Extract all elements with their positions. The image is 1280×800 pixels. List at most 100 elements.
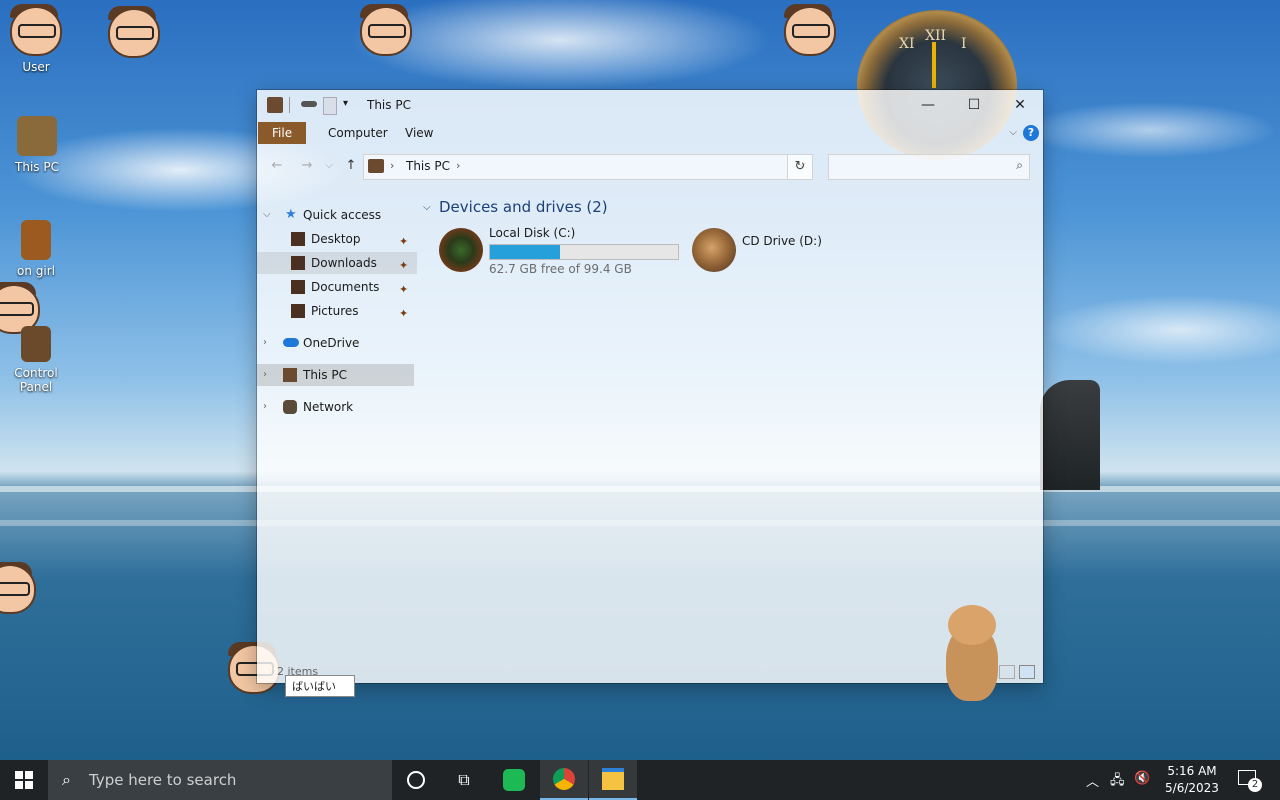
pin-icon[interactable]: ✦: [399, 279, 408, 301]
system-clock[interactable]: 5:16 AM 5/6/2023: [1160, 763, 1224, 797]
desktop-icon-this-pc[interactable]: This PC: [1, 116, 73, 174]
search-icon: ⌕: [1016, 158, 1023, 172]
nav-onedrive[interactable]: › OneDrive: [257, 332, 417, 354]
nav-this-pc[interactable]: › This PC: [257, 364, 414, 386]
refresh-icon[interactable]: ↻: [787, 154, 813, 180]
collapse-chevron-icon[interactable]: ⌵: [423, 202, 431, 213]
customize-toolbar-icon[interactable]: ▾: [343, 98, 348, 109]
pin-icon[interactable]: ✦: [399, 303, 408, 325]
wallpaper-rock: [1040, 380, 1100, 490]
box-icon: [21, 220, 51, 260]
folder-icon: [602, 768, 624, 790]
drive-name: CD Drive (D:): [742, 234, 822, 248]
taskbar-app-chrome[interactable]: [540, 760, 588, 800]
folder-icon: [291, 256, 305, 270]
breadcrumb-separator[interactable]: ›: [456, 159, 460, 172]
task-view-button[interactable]: ⧉: [440, 760, 488, 800]
nav-desktop[interactable]: Desktop ✦: [257, 228, 417, 250]
network-icon: [283, 400, 297, 414]
nav-label: This PC: [303, 368, 347, 382]
tab-view[interactable]: View: [391, 122, 447, 144]
group-header-label: Devices and drives (2): [439, 198, 608, 216]
desktop-icon-label: User: [22, 60, 50, 74]
expand-chevron-icon[interactable]: ›: [263, 396, 267, 418]
maximize-button[interactable]: ☐: [951, 90, 997, 120]
collapse-chevron-icon[interactable]: ⌵: [263, 204, 271, 226]
pin-icon[interactable]: ✦: [399, 255, 408, 277]
desktop-icon-label: on girl: [17, 264, 55, 278]
tab-computer[interactable]: Computer: [314, 122, 402, 144]
expand-chevron-icon[interactable]: ›: [263, 332, 267, 354]
show-hidden-icons-icon[interactable]: ︿: [1086, 771, 1099, 790]
desktop-icon-user[interactable]: User: [0, 60, 72, 74]
toolbar-divider: [289, 97, 290, 113]
new-folder-icon[interactable]: [323, 97, 337, 115]
hard-drive-icon: [439, 228, 483, 272]
desktop-icon-girl[interactable]: on girl: [0, 220, 72, 278]
navigation-bar: ← → ⌵ ↑ › This PC › ⌵ ↻ ⌕: [257, 150, 1043, 182]
network-icon[interactable]: 🖧: [1110, 771, 1125, 793]
breadcrumb-this-pc[interactable]: This PC: [406, 159, 450, 173]
ribbon: File Computer View ⌵ ?: [257, 122, 1043, 144]
close-button[interactable]: ✕: [997, 90, 1043, 120]
cloud-icon: [283, 338, 299, 347]
drive-d[interactable]: CD Drive (D:): [692, 226, 852, 276]
computer-icon: [17, 116, 57, 156]
folder-icon: [291, 304, 305, 318]
taskbar-app-file-explorer[interactable]: [589, 760, 637, 800]
properties-icon[interactable]: [301, 101, 317, 107]
nav-network[interactable]: › Network: [257, 396, 417, 418]
nav-label: Quick access: [303, 208, 382, 222]
minimize-button[interactable]: —: [905, 90, 951, 120]
pin-icon[interactable]: ✦: [399, 231, 408, 253]
drive-usage-bar: [489, 244, 679, 260]
desktop-icon-label: Control Panel: [14, 366, 58, 394]
clock-time: 5:16 AM: [1167, 764, 1217, 778]
breadcrumb-separator[interactable]: ›: [390, 159, 394, 172]
action-center-button[interactable]: 2: [1236, 768, 1262, 792]
drive-free-space: 62.7 GB free of 99.4 GB: [489, 262, 632, 276]
taskbar: ⌕ Type here to search ⧉ ︿ 🖧 🔇 5:16 AM 5/…: [0, 760, 1280, 800]
cortana-button[interactable]: [392, 760, 440, 800]
up-arrow-icon[interactable]: ↑: [341, 156, 361, 176]
drive-usage-fill: [490, 245, 560, 259]
expand-ribbon-icon[interactable]: ⌵: [1009, 127, 1017, 138]
computer-icon: [283, 368, 297, 382]
large-icons-view-icon[interactable]: [1019, 665, 1035, 679]
title-bar[interactable]: ▾ This PC — ☐ ✕: [257, 90, 1043, 120]
star-icon: ★: [285, 207, 297, 222]
clock-numeral: I: [961, 36, 967, 52]
nav-documents[interactable]: Documents ✦: [257, 276, 417, 298]
help-icon[interactable]: ?: [1023, 125, 1039, 141]
chrome-icon: [553, 768, 575, 790]
task-view-icon: ⧉: [458, 770, 470, 789]
start-button[interactable]: [0, 760, 48, 800]
back-arrow-icon[interactable]: ←: [267, 156, 287, 176]
nav-downloads[interactable]: Downloads ✦: [257, 252, 417, 274]
address-bar[interactable]: › This PC › ⌵: [363, 154, 813, 180]
cortana-icon: [407, 771, 425, 789]
cartoon-face: [0, 560, 42, 616]
taskbar-app-spotify[interactable]: [490, 760, 538, 800]
window-title: This PC: [367, 98, 411, 112]
nav-pictures[interactable]: Pictures ✦: [257, 300, 417, 322]
taskbar-search-box[interactable]: ⌕ Type here to search: [48, 760, 392, 800]
cartoon-face: [776, 2, 842, 58]
windows-logo-icon: [15, 771, 33, 789]
search-input[interactable]: ⌕: [828, 154, 1030, 180]
cd-drive-icon: [692, 228, 736, 272]
tab-file[interactable]: File: [258, 122, 307, 144]
app-icon: [267, 97, 283, 113]
desktop-icon-control-panel[interactable]: Control Panel: [0, 326, 72, 394]
forward-arrow-icon[interactable]: →: [297, 156, 317, 176]
drive-c[interactable]: Local Disk (C:) 62.7 GB free of 99.4 GB: [439, 226, 679, 276]
volume-muted-icon[interactable]: 🔇: [1134, 771, 1150, 786]
expand-chevron-icon[interactable]: ›: [263, 364, 267, 386]
hamster-mascot[interactable]: [940, 605, 1004, 705]
nav-label: Pictures: [311, 304, 359, 318]
clock-numeral: XI: [899, 36, 915, 52]
desktop-tooltip: ばいばい: [285, 675, 355, 697]
recent-locations-icon[interactable]: ⌵: [319, 156, 339, 176]
nav-quick-access[interactable]: ⌵ ★ Quick access: [257, 204, 417, 226]
nav-label: Desktop: [311, 232, 361, 246]
